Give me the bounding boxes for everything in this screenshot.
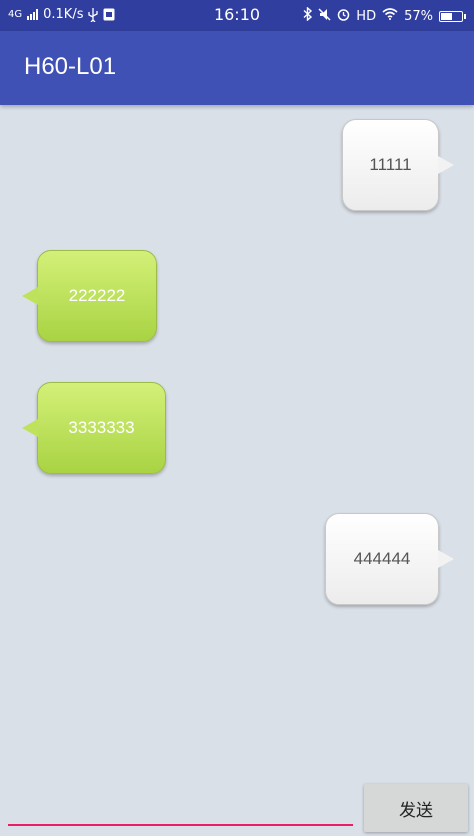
- message-bubble-outgoing[interactable]: 444444: [325, 513, 454, 605]
- message-bubble-incoming[interactable]: 3333333: [22, 382, 166, 474]
- wifi-icon: [382, 8, 398, 24]
- alarm-icon: [337, 8, 350, 25]
- message-list[interactable]: 11111 222222 3333333 444444: [0, 105, 474, 780]
- status-bar: 4G 0.1K/s 16:10 HD 57%: [0, 0, 474, 31]
- message-input[interactable]: [8, 788, 353, 826]
- message-text: 11111: [369, 155, 412, 174]
- send-button[interactable]: 发送: [364, 784, 468, 832]
- message-bubble-outgoing[interactable]: 11111: [342, 119, 454, 211]
- hd-label: HD: [356, 8, 377, 24]
- composer-bar: 发送: [0, 780, 474, 836]
- status-right: HD 57%: [303, 6, 466, 25]
- battery-icon: [439, 10, 466, 22]
- message-text: 3333333: [68, 418, 135, 437]
- app-title: H60-L01: [24, 53, 117, 80]
- message-text: 222222: [68, 286, 126, 305]
- mute-icon: [318, 7, 331, 25]
- message-text: 444444: [353, 549, 411, 568]
- message-bubble-incoming[interactable]: 222222: [22, 250, 157, 342]
- bluetooth-icon: [303, 6, 313, 25]
- app-bar: H60-L01: [0, 31, 474, 105]
- chat-screen: 4G 0.1K/s 16:10 HD 57% H60-L01 11111 222…: [0, 0, 474, 836]
- battery-percent: 57%: [404, 8, 433, 24]
